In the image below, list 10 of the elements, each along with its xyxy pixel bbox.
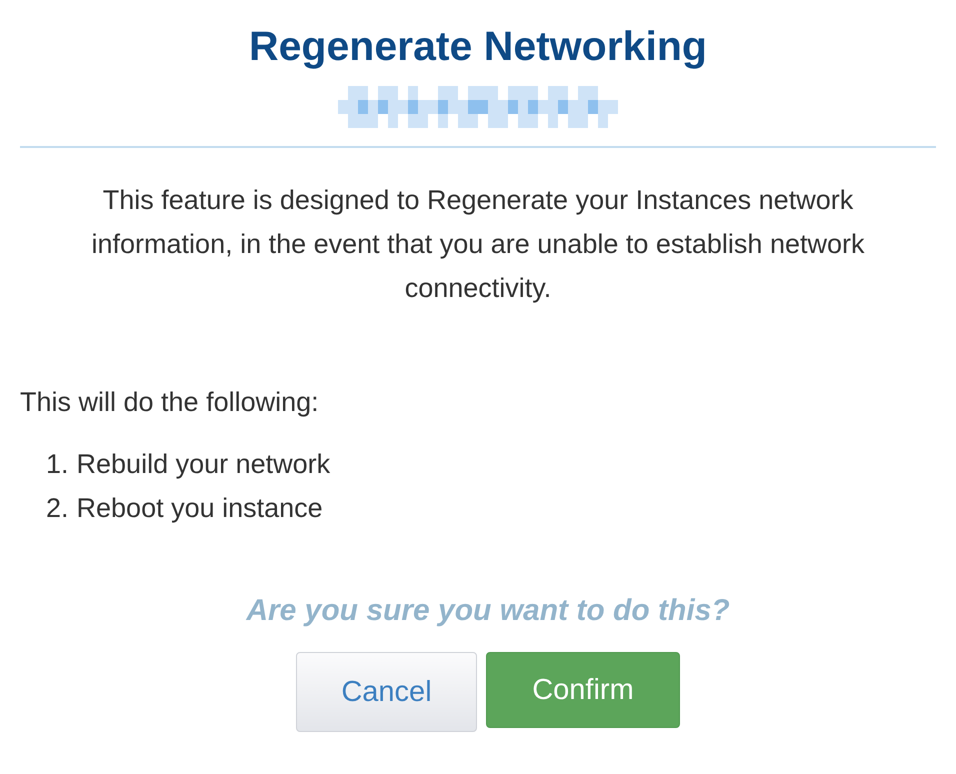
description-text: This feature is designed to Regenerate your Instances network information, in the event that you are unable to establish network connectivity. [90, 184, 866, 305]
step-text: Reboot you instance [76, 492, 323, 525]
dialog-title: Regenerate Networking [248, 22, 708, 71]
confirm-button[interactable]: Confirm [486, 652, 680, 728]
cancel-button[interactable]: Cancel [296, 652, 477, 732]
list-heading: This will do the following: [20, 386, 320, 419]
step-number: 2. [46, 492, 69, 525]
step-text: Rebuild your network [76, 448, 330, 481]
confirmation-question: Are you sure you want to do this? [244, 594, 731, 628]
step-number: 1. [46, 448, 69, 481]
